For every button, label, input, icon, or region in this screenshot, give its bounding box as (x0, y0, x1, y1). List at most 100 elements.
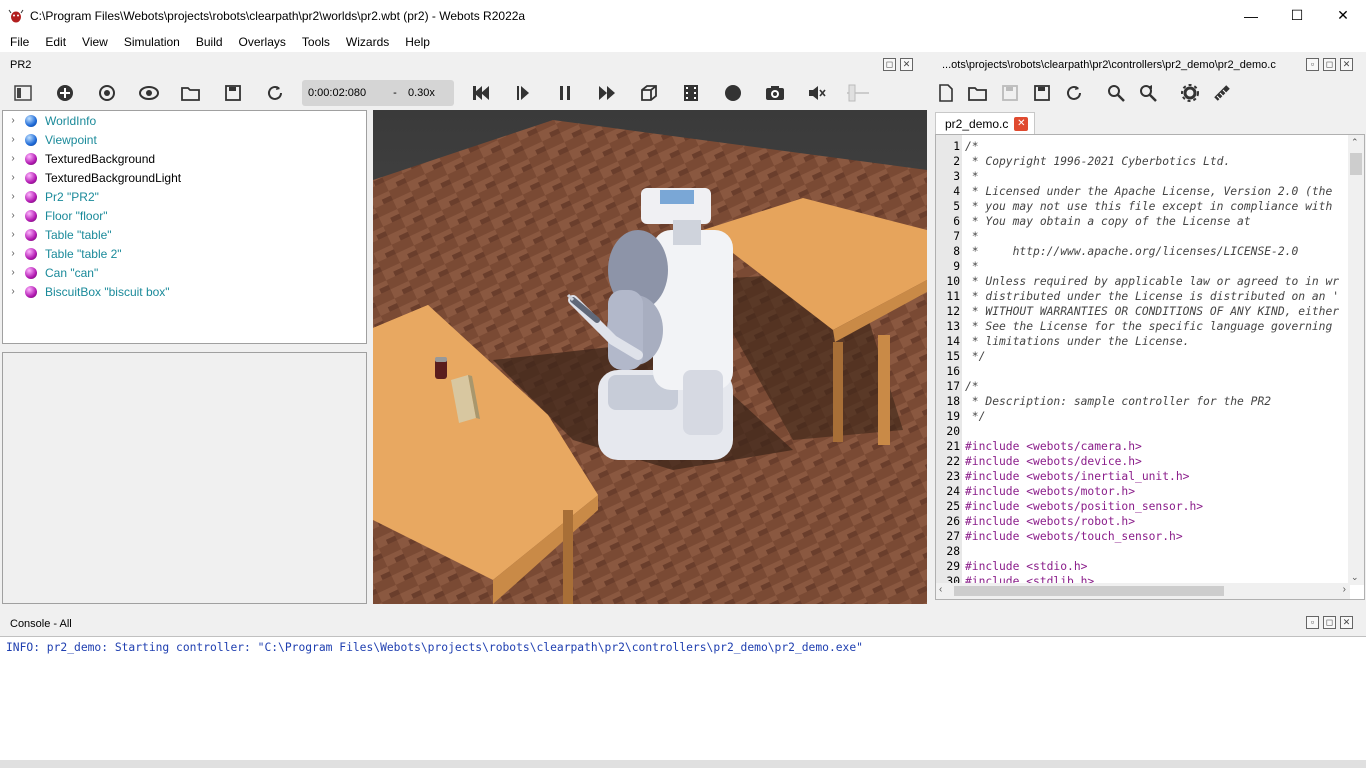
close-window-button[interactable]: ✕ (1320, 0, 1366, 31)
scene-tree-item[interactable]: › Pr2 "PR2" (3, 187, 366, 206)
scene-tree-item[interactable]: › Can "can" (3, 263, 366, 282)
editor-panel-float-button[interactable]: ◻ (1323, 58, 1336, 71)
scene-tree-item-label: TexturedBackground (45, 151, 156, 166)
line-number: 3 (953, 170, 960, 183)
editor-panel-minimize-button[interactable]: ▫ (1306, 58, 1319, 71)
mute-icon[interactable] (803, 79, 831, 107)
expand-arrow-icon[interactable]: › (3, 229, 23, 240)
editor-toolbar (930, 76, 1238, 110)
code-line: 6 * You may obtain a copy of the License… (936, 214, 1348, 229)
scene-tree-item[interactable]: › Table "table 2" (3, 244, 366, 263)
step-icon[interactable] (509, 79, 537, 107)
open-world-icon[interactable] (177, 79, 205, 107)
menu-tools[interactable]: Tools (294, 35, 338, 49)
menu-build[interactable]: Build (188, 35, 231, 49)
view-rotate-icon[interactable] (93, 79, 121, 107)
code-editor[interactable]: 1/* 2 * Copyright 1996-2021 Cyberbotics L… (935, 134, 1365, 600)
window-title: C:\Program Files\Webots\projects\robots\… (30, 8, 526, 23)
scene-tree-item[interactable]: › TexturedBackgroundLight (3, 168, 366, 187)
screenshot-icon[interactable] (761, 79, 789, 107)
expand-arrow-icon[interactable]: › (3, 286, 23, 297)
menu-edit[interactable]: Edit (37, 35, 74, 49)
maximize-button[interactable]: ☐ (1274, 0, 1320, 31)
build-settings-icon[interactable] (1176, 79, 1204, 107)
scene-tree-item[interactable]: › TexturedBackground (3, 149, 366, 168)
line-number: 19 (946, 410, 960, 423)
menu-view[interactable]: View (74, 35, 116, 49)
scene-tree-item[interactable]: › WorldInfo (3, 111, 366, 130)
toggle-scene-tree-icon[interactable] (9, 79, 37, 107)
scroll-up-icon[interactable]: ⌃ (1351, 137, 1359, 148)
code-line: 12 * WITHOUT WARRANTIES OR CONDITIONS OF… (936, 304, 1348, 319)
scene-tree-item[interactable]: › Table "table" (3, 225, 366, 244)
vertical-scroll-thumb[interactable] (1350, 153, 1362, 175)
reload-world-icon[interactable] (261, 79, 289, 107)
editor-panel-close-button[interactable]: ✕ (1340, 58, 1353, 71)
movie-icon[interactable] (677, 79, 705, 107)
save-file-icon[interactable] (996, 79, 1024, 107)
expand-arrow-icon[interactable]: › (3, 267, 23, 278)
editor-horizontal-scrollbar[interactable]: ‹ › (936, 583, 1350, 599)
scene-tree-item[interactable]: › Viewpoint (3, 130, 366, 149)
simulation-time-display: 0:00:02:080 - 0.30x (302, 80, 454, 106)
code-text: #include <webots/touch_sensor.h> (965, 530, 1183, 543)
view-eye-icon[interactable] (135, 79, 163, 107)
expand-arrow-icon[interactable]: › (3, 134, 23, 145)
code-line: 16 (936, 364, 1348, 379)
menu-wizards[interactable]: Wizards (338, 35, 397, 49)
code-text: * (965, 260, 979, 273)
scroll-down-icon[interactable]: ⌄ (1351, 572, 1359, 583)
save-world-icon[interactable] (219, 79, 247, 107)
menu-simulation[interactable]: Simulation (116, 35, 188, 49)
replace-icon[interactable] (1134, 79, 1162, 107)
menu-file[interactable]: File (2, 35, 37, 49)
tab-close-icon[interactable]: ✕ (1014, 116, 1029, 131)
tab-pr2-demo-c[interactable]: pr2_demo.c ✕ (935, 112, 1036, 134)
code-line: 22 #include <webots/device.h> (936, 454, 1348, 469)
volume-slider-icon[interactable] (845, 79, 869, 107)
menu-overlays[interactable]: Overlays (231, 35, 294, 49)
scroll-left-icon[interactable]: ‹ (939, 584, 942, 595)
open-file-icon[interactable] (964, 79, 992, 107)
console-minimize-button[interactable]: ▫ (1306, 616, 1319, 629)
console-float-button[interactable]: ◻ (1323, 616, 1336, 629)
minimize-button[interactable]: — (1228, 0, 1274, 31)
line-number: 17 (946, 380, 960, 393)
reset-simulation-icon[interactable] (467, 79, 495, 107)
views-cube-icon[interactable] (635, 79, 663, 107)
code-line: 19 */ (936, 409, 1348, 424)
scene-panel-close-button[interactable]: ✕ (900, 58, 913, 71)
viewport-console-splitter[interactable] (373, 604, 927, 612)
expand-arrow-icon[interactable]: › (3, 191, 23, 202)
editor-vertical-scrollbar[interactable]: ⌃ ⌄ (1348, 135, 1364, 585)
clean-icon[interactable] (1208, 79, 1236, 107)
scene-tree-item[interactable]: › BiscuitBox "biscuit box" (3, 282, 366, 301)
scene-tree-item-label: Floor "floor" (45, 208, 108, 223)
add-node-icon[interactable] (51, 79, 79, 107)
console-close-button[interactable]: ✕ (1340, 616, 1353, 629)
expand-arrow-icon[interactable]: › (3, 248, 23, 259)
line-number: 27 (946, 530, 960, 543)
revert-icon[interactable] (1060, 79, 1088, 107)
horizontal-scroll-thumb[interactable] (954, 586, 1224, 596)
record-icon[interactable] (719, 79, 747, 107)
fast-forward-icon[interactable] (593, 79, 621, 107)
expand-arrow-icon[interactable]: › (3, 210, 23, 221)
expand-arrow-icon[interactable]: › (3, 153, 23, 164)
find-icon[interactable] (1102, 79, 1130, 107)
scroll-right-icon[interactable]: › (1343, 584, 1346, 595)
scene-tree-item[interactable]: › Floor "floor" (3, 206, 366, 225)
3d-viewport[interactable] (373, 110, 927, 604)
new-file-icon[interactable] (932, 79, 960, 107)
save-all-icon[interactable] (1028, 79, 1056, 107)
pause-icon[interactable] (551, 79, 579, 107)
simulation-speed: 0.30x (408, 87, 435, 99)
scene-tree-splitter[interactable] (2, 344, 367, 351)
scene-panel-float-button[interactable]: ◻ (883, 58, 896, 71)
expand-arrow-icon[interactable]: › (3, 115, 23, 126)
menu-help[interactable]: Help (397, 35, 438, 49)
expand-arrow-icon[interactable]: › (3, 172, 23, 183)
code-area[interactable]: 1/* 2 * Copyright 1996-2021 Cyberbotics L… (936, 139, 1348, 589)
console-output[interactable]: INFO: pr2_demo: Starting controller: "C:… (0, 636, 1366, 760)
code-text: /* (965, 140, 979, 153)
